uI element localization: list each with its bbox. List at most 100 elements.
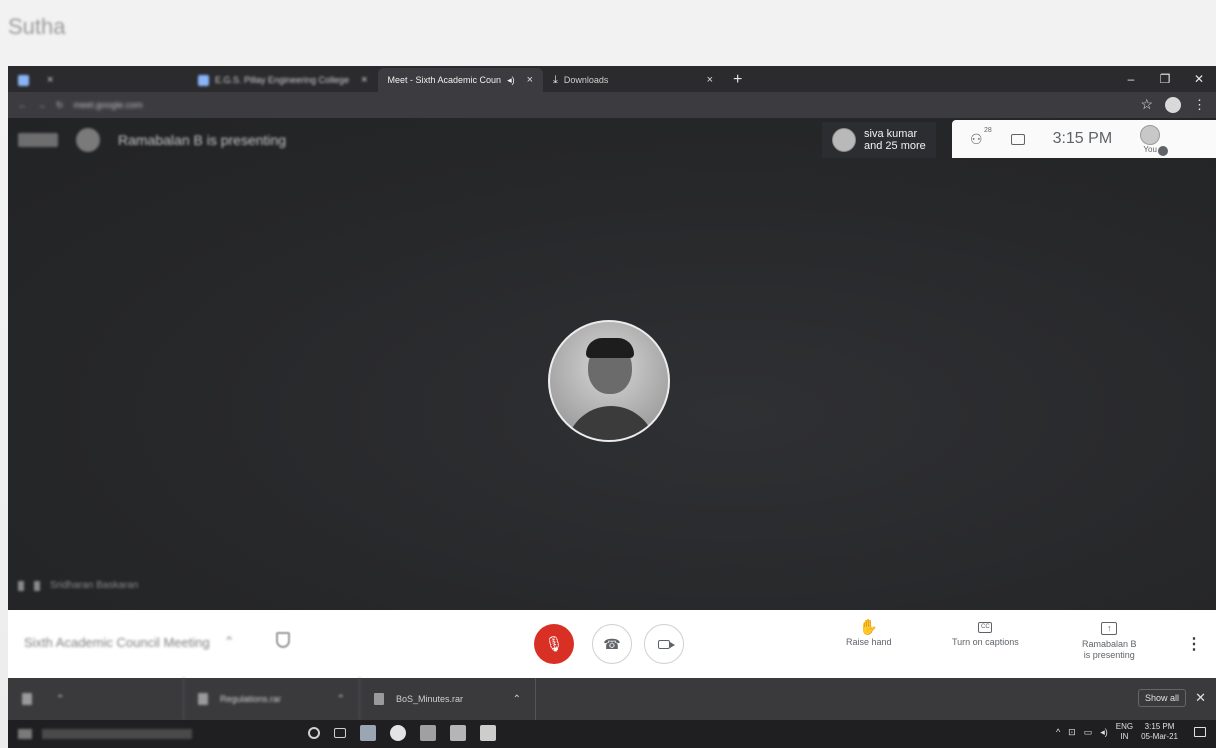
chevron-up-icon[interactable]: ⌃ — [56, 694, 64, 705]
mic-off-button[interactable]: 🎙︎ — [534, 624, 574, 664]
new-tab-button[interactable]: + — [723, 68, 752, 92]
hand-icon: ✋ — [859, 619, 879, 636]
captions-button[interactable]: CC Turn on captions — [952, 622, 1019, 648]
mic-off-icon: 🎙︎ — [544, 636, 564, 653]
window-controls: – ❐ ✕ — [1114, 66, 1216, 92]
show-all-button[interactable]: Show all — [1137, 689, 1186, 707]
download-item[interactable]: ⌃ — [8, 678, 184, 720]
search-box[interactable] — [42, 729, 192, 739]
chevron-up-icon[interactable]: ^ — [1056, 727, 1060, 737]
close-icon[interactable]: × — [47, 74, 53, 86]
close-window-icon[interactable]: ✕ — [1182, 66, 1216, 92]
start-and-search[interactable] — [8, 729, 192, 739]
close-icon[interactable]: × — [527, 74, 533, 86]
file-icon — [198, 693, 208, 705]
system-tray: ^ ⊡ ▭ ◂) ENG IN 3:15 PM 05-Mar-21 — [1056, 722, 1206, 742]
download-item[interactable]: BoS_Minutes.rar ⌃ — [360, 678, 536, 720]
lang-top: ENG — [1115, 722, 1134, 731]
presenter-avatar — [548, 320, 670, 442]
address-bar: ← → ↻ meet.google.com ☆ ⋮ — [8, 92, 1216, 118]
camera-button[interactable] — [644, 624, 684, 664]
clock-tray[interactable]: 3:15 PM 05-Mar-21 — [1141, 722, 1178, 742]
restore-icon[interactable]: ❐ — [1148, 66, 1182, 92]
pin-icon — [34, 580, 40, 591]
forward-icon[interactable]: → — [37, 100, 46, 110]
chevron-up-icon[interactable]: ⌃ — [513, 694, 521, 705]
chip-line1: siva kumar — [864, 128, 918, 140]
camera-icon — [658, 639, 675, 649]
chevron-up-icon[interactable]: ⌃ — [337, 694, 345, 705]
photo-header: Sutha — [0, 0, 1216, 66]
download-icon: ⤓ — [553, 73, 558, 86]
network-icon[interactable]: ⊡ — [1068, 727, 1076, 738]
notification-icon[interactable] — [1194, 727, 1206, 737]
tab-egs-pillay[interactable]: E.G.S. Pillay Engineering College × — [188, 68, 378, 92]
more-options-icon[interactable]: ⋮ — [1186, 634, 1202, 654]
chevron-up-icon: ⌃ — [223, 634, 235, 649]
close-icon[interactable]: × — [361, 74, 367, 86]
meet-stage: Ramabalan B is presenting siva kumar and… — [8, 118, 1216, 610]
tab-downloads[interactable]: ⤓ Downloads × — [543, 68, 723, 92]
raise-hand-label: Raise hand — [846, 637, 892, 647]
tray-date: 05-Mar-21 — [1141, 732, 1178, 741]
hang-up-icon: ☎ — [603, 635, 621, 652]
avatar-hair — [586, 338, 634, 358]
nav-and-url[interactable]: ← → ↻ meet.google.com — [18, 100, 143, 111]
url-text[interactable]: meet.google.com — [74, 100, 143, 110]
close-icon[interactable]: ✕ — [1195, 690, 1206, 706]
start-icon[interactable] — [18, 729, 32, 739]
participant-name: Sridharan Baskaran — [50, 580, 139, 591]
presenting-banner: Ramabalan B is presenting — [18, 128, 286, 152]
meeting-details[interactable]: Sixth Academic Council Meeting ⌃ — [24, 634, 235, 650]
chrome-icon[interactable] — [390, 725, 406, 741]
participants-chip-text: siva kumar and 25 more — [864, 128, 926, 152]
browser-menu-icon[interactable]: ⋮ — [1193, 97, 1206, 113]
file-icon — [374, 693, 384, 705]
language-indicator[interactable]: ENG IN — [1116, 722, 1133, 742]
speaker-icon: ◂) — [507, 74, 515, 85]
app-icon[interactable] — [450, 725, 466, 741]
word-icon[interactable] — [480, 725, 496, 741]
task-view-icon[interactable] — [334, 728, 346, 738]
profile-avatar-icon[interactable] — [1165, 96, 1181, 113]
close-icon[interactable]: × — [707, 74, 713, 86]
minimize-icon[interactable]: – — [1114, 66, 1148, 92]
chat-icon[interactable] — [1010, 133, 1025, 145]
downloads-bar: ⌃ Regulations.rar ⌃ BoS_Minutes.rar ⌃ Sh… — [8, 678, 1216, 720]
app-icon[interactable] — [420, 725, 436, 741]
avatar-body — [566, 406, 656, 440]
present-screen-icon: ↑ — [1101, 622, 1118, 635]
star-icon[interactable]: ☆ — [1140, 96, 1153, 113]
shield-icon[interactable] — [276, 632, 290, 648]
participant-tile-label: Sridharan Baskaran — [18, 580, 138, 591]
back-icon[interactable]: ← — [18, 100, 27, 110]
display-icon[interactable]: ▭ — [1084, 727, 1093, 738]
address-actions: ☆ ⋮ — [1140, 96, 1206, 113]
photo-caption: Sutha — [8, 14, 66, 39]
layout-icon[interactable] — [18, 133, 58, 147]
avatar — [1140, 124, 1161, 145]
tab-title: Meet - Sixth Academic Coun — [387, 75, 502, 85]
reload-icon[interactable]: ↻ — [56, 100, 64, 111]
self-view[interactable]: You — [1140, 124, 1169, 156]
tab-blurred[interactable]: × — [8, 68, 188, 92]
volume-icon[interactable]: ◂) — [1100, 727, 1108, 738]
lang-bottom: IN — [1120, 732, 1129, 741]
file-explorer-icon[interactable] — [360, 725, 376, 741]
cortana-icon[interactable] — [308, 727, 320, 739]
taskbar-apps — [308, 725, 496, 741]
participants-chip[interactable]: siva kumar and 25 more — [822, 122, 936, 158]
presenting-label-2: is presenting — [1083, 650, 1135, 660]
meeting-clock: 3:15 PM — [1052, 130, 1113, 147]
participant-count: 28 — [984, 126, 992, 134]
presenter-mini-avatar — [76, 128, 100, 152]
raise-hand-button[interactable]: ✋ Raise hand — [846, 619, 892, 648]
presenting-button[interactable]: ↑ Ramabalan B is presenting — [1082, 622, 1137, 661]
presenting-text: Ramabalan B is presenting — [118, 132, 287, 148]
leave-call-button[interactable]: ☎ — [592, 624, 632, 664]
file-icon — [22, 693, 32, 705]
tab-meet[interactable]: Meet - Sixth Academic Coun ◂) × — [377, 68, 544, 130]
people-icon[interactable]: ⚇ 28 — [970, 127, 992, 148]
download-item[interactable]: Regulations.rar ⌃ — [184, 678, 360, 720]
captions-icon: CC — [978, 622, 993, 633]
